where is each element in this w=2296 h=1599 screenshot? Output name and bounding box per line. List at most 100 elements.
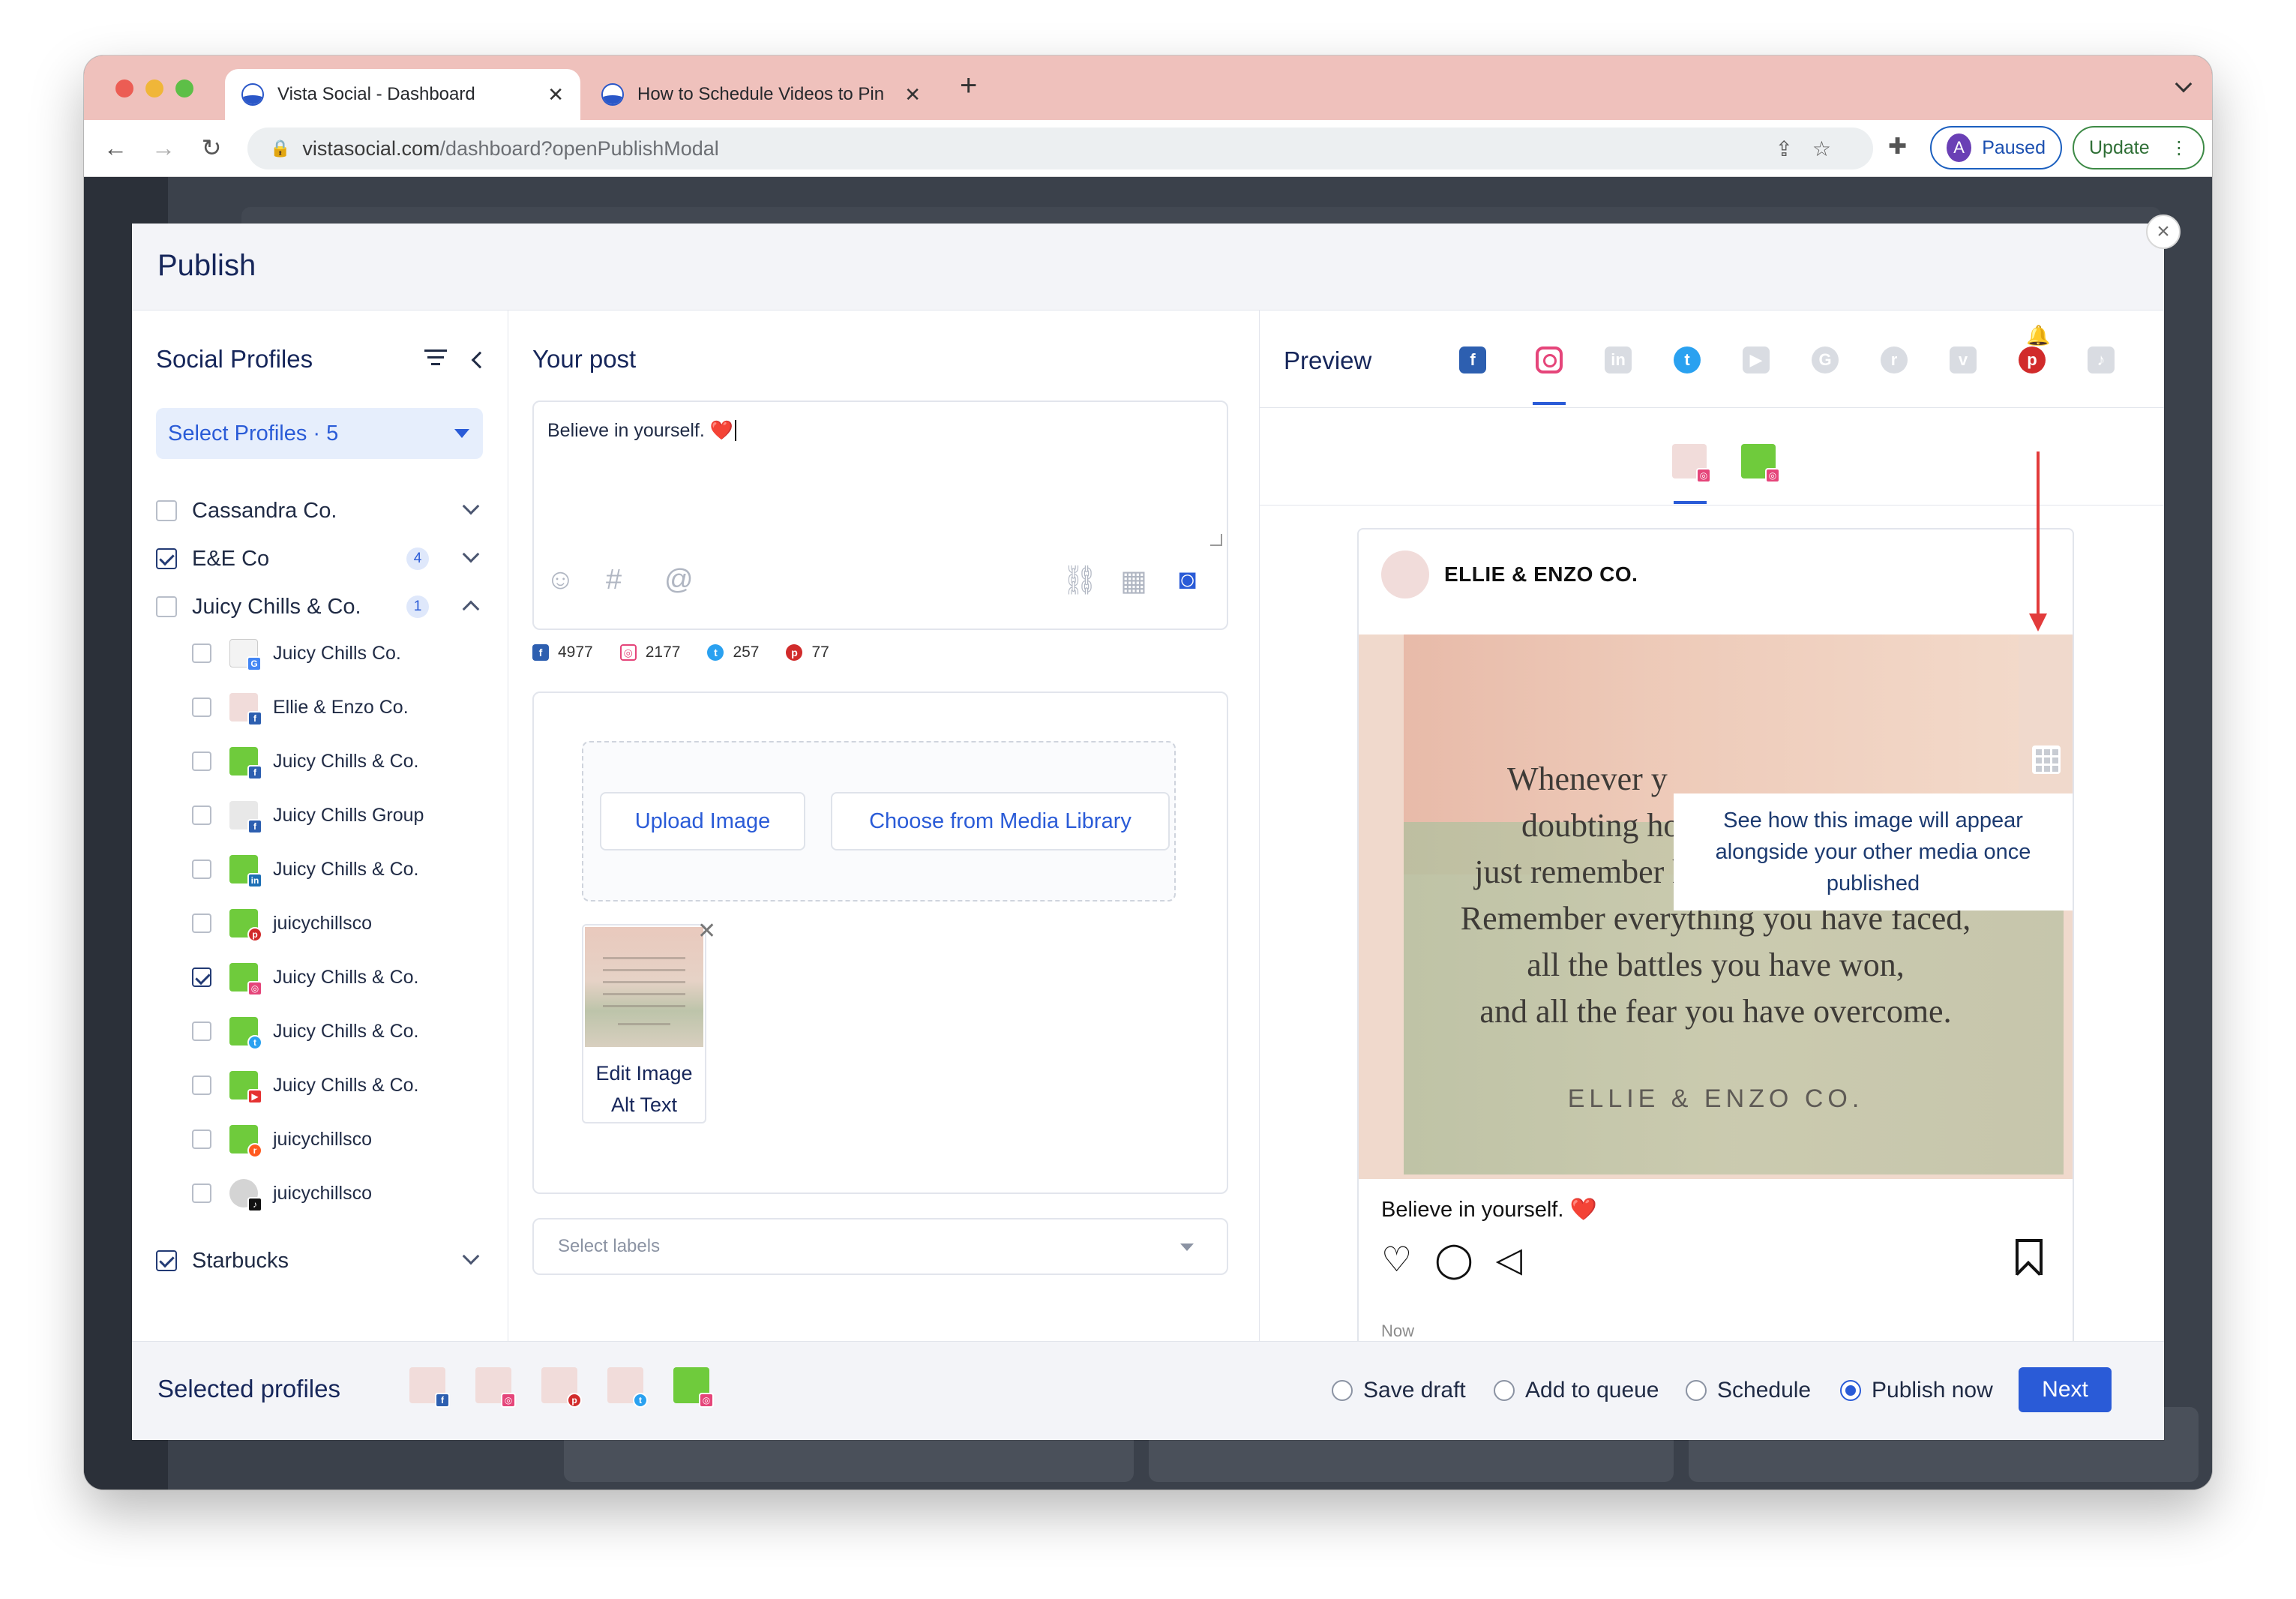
share-and-bookmark-icons[interactable]: ⇪☆: [1775, 136, 1851, 161]
media-drop-zone[interactable]: Upload Image Choose from Media Library: [582, 741, 1176, 902]
browser-tab-help[interactable]: How to Schedule Videos to Pin ✕: [585, 69, 937, 120]
profile-item[interactable]: ♪ juicychillsco: [192, 1174, 492, 1212]
forward-arrow-icon[interactable]: →: [147, 130, 180, 165]
bookmark-icon[interactable]: [2016, 1239, 2043, 1275]
add-to-queue-option[interactable]: Add to queue: [1494, 1378, 1659, 1403]
back-arrow-icon[interactable]: ←: [99, 130, 132, 165]
profile-group-cassandra[interactable]: Cassandra Co.: [156, 492, 486, 530]
chevron-down-icon[interactable]: [462, 497, 480, 515]
radio-button[interactable]: [1494, 1380, 1515, 1401]
share-send-icon[interactable]: ◁: [1496, 1239, 1522, 1280]
resize-handle-icon[interactable]: [1210, 534, 1222, 546]
profile-checkbox[interactable]: [192, 1076, 211, 1095]
profile-checkbox[interactable]: [192, 968, 211, 987]
profile-checkbox[interactable]: [192, 644, 211, 663]
tab-search-chevron-icon[interactable]: [2175, 75, 2193, 93]
radio-button[interactable]: [1686, 1380, 1707, 1401]
profile-checkbox[interactable]: [192, 806, 211, 825]
group-checkbox[interactable]: [156, 596, 177, 617]
close-window-button[interactable]: [115, 80, 133, 98]
ellie-enzo-account-tab[interactable]: ◎: [1672, 444, 1711, 483]
profile-group-starbucks[interactable]: Starbucks: [156, 1242, 486, 1280]
profile-group-ee-co[interactable]: E&E Co 4: [156, 540, 486, 578]
instagram-tab-icon[interactable]: [1536, 346, 1563, 374]
group-checkbox[interactable]: [156, 500, 177, 521]
media-thumbnail[interactable]: Edit Image Alt Text: [582, 924, 706, 1124]
select-profiles-dropdown[interactable]: Select Profiles · 5: [156, 408, 483, 459]
new-tab-button[interactable]: +: [960, 69, 977, 103]
google-tab-icon[interactable]: G: [1812, 346, 1839, 374]
tab-close-icon[interactable]: ✕: [904, 83, 921, 106]
next-button[interactable]: Next: [2019, 1367, 2112, 1412]
modal-close-button[interactable]: ×: [2146, 214, 2181, 249]
publish-now-option[interactable]: Publish now: [1840, 1378, 1993, 1403]
selected-profile-avatar[interactable]: f: [409, 1367, 450, 1408]
vimeo-tab-icon[interactable]: v: [1950, 346, 1977, 374]
remove-media-icon[interactable]: ✕: [697, 918, 716, 944]
selected-profile-avatar[interactable]: ◎: [475, 1367, 516, 1408]
profile-paused-button[interactable]: A Paused: [1930, 126, 2062, 170]
group-checkbox[interactable]: [156, 1250, 177, 1271]
schedule-option[interactable]: Schedule: [1686, 1378, 1811, 1403]
profile-checkbox[interactable]: [192, 1022, 211, 1041]
mention-icon[interactable]: @: [664, 564, 694, 596]
maximize-window-button[interactable]: [175, 80, 193, 98]
emoji-icon[interactable]: ☺: [546, 564, 575, 596]
profile-checkbox[interactable]: [192, 752, 211, 771]
chevron-down-icon[interactable]: [462, 545, 480, 563]
save-draft-option[interactable]: Save draft: [1332, 1378, 1466, 1403]
upload-image-button[interactable]: Upload Image: [600, 792, 805, 850]
browser-tab-dashboard[interactable]: Vista Social - Dashboard ✕: [225, 69, 580, 120]
filter-icon[interactable]: [424, 350, 447, 365]
pinterest-tab-icon[interactable]: p: [2019, 346, 2046, 374]
hashtag-icon[interactable]: #: [606, 564, 622, 596]
profile-item[interactable]: f Juicy Chills & Co.: [192, 742, 492, 780]
youtube-tab-icon[interactable]: ▶: [1743, 346, 1770, 374]
tiktok-tab-icon[interactable]: ♪: [2088, 346, 2115, 374]
grid-preview-icon[interactable]: [2032, 746, 2061, 774]
profile-item[interactable]: ▶ Juicy Chills & Co.: [192, 1066, 492, 1104]
profile-group-juicy-chills[interactable]: Juicy Chills & Co. 1: [156, 588, 486, 626]
kebab-menu-icon[interactable]: ⋮: [2170, 137, 2188, 159]
chevron-up-icon[interactable]: [462, 600, 480, 618]
minimize-window-button[interactable]: [145, 80, 163, 98]
profile-item[interactable]: f Ellie & Enzo Co.: [192, 688, 492, 726]
address-bar[interactable]: 🔒 vistasocial.com/dashboard?openPublishM…: [247, 128, 1873, 170]
profile-item[interactable]: t Juicy Chills & Co.: [192, 1012, 492, 1050]
twitter-tab-icon[interactable]: t: [1674, 346, 1701, 374]
profile-item[interactable]: ◎ Juicy Chills & Co.: [192, 958, 492, 996]
profile-item[interactable]: in Juicy Chills & Co.: [192, 850, 492, 888]
chevron-down-icon[interactable]: [462, 1247, 480, 1265]
edit-alt-text-link[interactable]: Edit Image Alt Text: [583, 1058, 705, 1120]
profile-checkbox[interactable]: [192, 860, 211, 879]
reddit-tab-icon[interactable]: r: [1881, 346, 1908, 374]
profile-checkbox[interactable]: [192, 914, 211, 933]
collapse-panel-chevron-icon[interactable]: [471, 351, 489, 369]
facebook-tab-icon[interactable]: f: [1459, 346, 1486, 374]
radio-button[interactable]: [1332, 1380, 1353, 1401]
radio-button[interactable]: [1840, 1380, 1861, 1401]
linkedin-tab-icon[interactable]: in: [1605, 346, 1632, 374]
group-checkbox[interactable]: [156, 548, 177, 569]
camera-icon[interactable]: ◙: [1179, 564, 1196, 596]
link-icon[interactable]: ⛓: [1062, 564, 1098, 597]
reload-icon[interactable]: ↻: [195, 130, 228, 165]
tab-close-icon[interactable]: ✕: [547, 83, 564, 106]
selected-profile-avatar[interactable]: p: [541, 1367, 582, 1408]
post-text-editor[interactable]: Believe in yourself. ❤️ ☺ # @ ⛓ ▦ ◙: [532, 400, 1228, 630]
like-heart-icon[interactable]: ♡: [1381, 1239, 1412, 1280]
juicy-chills-account-tab[interactable]: ◎: [1741, 444, 1780, 483]
choose-media-library-button[interactable]: Choose from Media Library: [831, 792, 1170, 850]
profile-checkbox[interactable]: [192, 698, 211, 717]
profile-checkbox[interactable]: [192, 1130, 211, 1149]
profile-item[interactable]: r juicychillsco: [192, 1120, 492, 1158]
browser-update-button[interactable]: Update ⋮: [2073, 126, 2205, 170]
comment-bubble-icon[interactable]: ◯: [1434, 1239, 1473, 1280]
extensions-puzzle-icon[interactable]: ✚: [1888, 134, 1907, 160]
selected-profile-avatar[interactable]: ◎: [673, 1367, 714, 1408]
post-text[interactable]: Believe in yourself. ❤️: [547, 420, 736, 442]
selected-profile-avatar[interactable]: t: [607, 1367, 648, 1408]
profile-item[interactable]: p juicychillsco: [192, 904, 492, 942]
profile-checkbox[interactable]: [192, 1184, 211, 1203]
profile-item[interactable]: f Juicy Chills Group: [192, 796, 492, 834]
